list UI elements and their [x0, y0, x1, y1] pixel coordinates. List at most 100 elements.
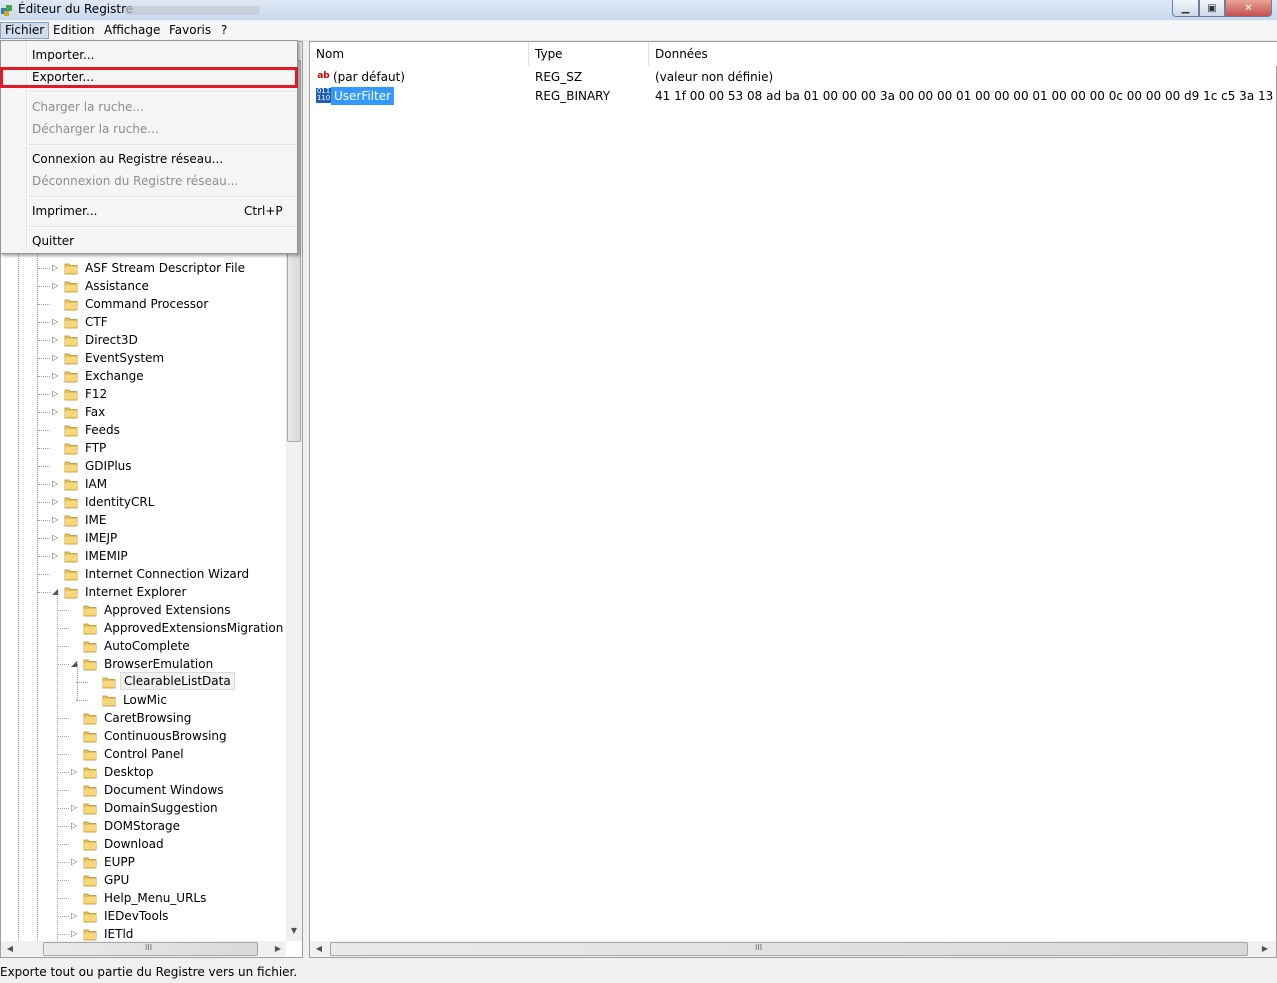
tree-item[interactable]: ▷ IEDevTools [1, 907, 285, 925]
folder-icon [83, 713, 97, 725]
tree-item[interactable]: Feeds [1, 421, 285, 439]
tree-item[interactable]: ▷ Exchange [1, 367, 285, 385]
column-header-nom[interactable]: Nom [310, 42, 529, 66]
collapsed-arrow-icon[interactable]: ▷ [52, 547, 61, 565]
menu-item-decharger-ruche[interactable]: Décharger la ruche... [3, 118, 295, 140]
collapsed-arrow-icon[interactable]: ▷ [52, 277, 61, 295]
column-header-donnees[interactable]: Données [649, 42, 1277, 66]
tree-item[interactable]: ContinuousBrowsing [1, 727, 285, 745]
tree-item[interactable]: Help_Menu_URLs [1, 889, 285, 907]
value-row[interactable]: ab (par défaut) REG_SZ (valeur non défin… [310, 68, 1276, 86]
list-hscroll-thumb[interactable]: III [330, 942, 1248, 956]
collapsed-arrow-icon[interactable]: ▷ [52, 403, 61, 421]
expanded-arrow-icon[interactable]: ◢ [52, 583, 61, 601]
tree-item[interactable]: ▷ CTF [1, 313, 285, 331]
list-horizontal-scrollbar[interactable]: ◀ III ▶ [310, 941, 1276, 957]
column-header-type[interactable]: Type [529, 42, 649, 66]
tree-item[interactable]: Document Windows [1, 781, 285, 799]
collapsed-arrow-icon[interactable]: ▷ [52, 511, 61, 529]
tree-hscroll-thumb[interactable]: III [43, 942, 258, 956]
tree-item[interactable]: ▷ DomainSuggestion [1, 799, 285, 817]
scroll-right-arrow-icon[interactable]: ▶ [273, 944, 283, 953]
minimize-button[interactable]: ▁ [1172, 0, 1199, 17]
tree-item[interactable]: ▷ F12 [1, 385, 285, 403]
tree-item[interactable]: ApprovedExtensionsMigration [1, 619, 285, 637]
tree-item[interactable]: ▷ Assistance [1, 277, 285, 295]
menu-item-quitter[interactable]: Quitter [3, 230, 295, 252]
tree-item[interactable]: ▷ Direct3D [1, 331, 285, 349]
menu-favoris[interactable]: Favoris [165, 22, 215, 39]
tree-item[interactable]: GPU [1, 871, 285, 889]
folder-icon [64, 299, 78, 311]
tree-item[interactable]: Command Processor [1, 295, 285, 313]
tree-item[interactable]: Internet Connection Wizard [1, 565, 285, 583]
scroll-left-arrow-icon[interactable]: ◀ [5, 944, 15, 953]
menu-item-imprimer[interactable]: Imprimer... Ctrl+P [3, 200, 295, 222]
values-list-pane[interactable]: Nom Type Données ab (par défaut) REG_SZ … [309, 41, 1277, 958]
tree-guide-line [38, 502, 50, 503]
collapsed-arrow-icon[interactable]: ▷ [71, 799, 80, 817]
collapsed-arrow-icon[interactable]: ▷ [71, 817, 80, 835]
tree-item[interactable]: LowMic [1, 691, 285, 709]
collapsed-arrow-icon[interactable]: ▷ [52, 331, 61, 349]
maximize-button[interactable]: ▣ [1199, 0, 1225, 17]
tree-item[interactable]: Approved Extensions [1, 601, 285, 619]
menu-item-importer[interactable]: Importer... [3, 44, 295, 66]
tree-item[interactable]: ▷ IdentityCRL [1, 493, 285, 511]
menu-item-charger-ruche[interactable]: Charger la ruche... [3, 96, 295, 118]
tree-item[interactable]: ▷ Desktop [1, 763, 285, 781]
tree-item[interactable]: GDIPlus [1, 457, 285, 475]
tree-item[interactable]: ▷ EUPP [1, 853, 285, 871]
tree-guide-line [38, 268, 50, 269]
menu-item-connexion[interactable]: Connexion au Registre réseau... [3, 148, 295, 170]
collapsed-arrow-icon[interactable]: ▷ [52, 367, 61, 385]
collapsed-arrow-icon[interactable]: ▷ [52, 493, 61, 511]
menu-edition[interactable]: Edition [49, 22, 99, 39]
tree-guide-line [38, 538, 50, 539]
folder-icon [64, 353, 78, 365]
tree-item[interactable]: ▷ EventSystem [1, 349, 285, 367]
tree-item-label: GDIPlus [85, 459, 132, 473]
expanded-arrow-icon[interactable]: ◢ [71, 655, 80, 673]
tree-item[interactable]: CaretBrowsing [1, 709, 285, 727]
tree-item[interactable]: ▷ Fax [1, 403, 285, 421]
menu-fichier[interactable]: Fichier [0, 22, 50, 39]
folder-icon [64, 551, 78, 563]
tree-item[interactable]: ◢ Internet Explorer [1, 583, 285, 601]
tree-item[interactable]: ▷ IME [1, 511, 285, 529]
collapsed-arrow-icon[interactable]: ▷ [52, 349, 61, 367]
collapsed-arrow-icon[interactable]: ▷ [52, 385, 61, 403]
folder-icon [83, 893, 97, 905]
tree-item[interactable]: ▷ IMEJP [1, 529, 285, 547]
collapsed-arrow-icon[interactable]: ▷ [52, 475, 61, 493]
tree-guide-line [38, 556, 50, 557]
tree-item[interactable]: ◢ BrowserEmulation [1, 655, 285, 673]
tree-item[interactable]: AutoComplete [1, 637, 285, 655]
tree-item[interactable]: ▷ IMEMIP [1, 547, 285, 565]
collapsed-arrow-icon[interactable]: ▷ [52, 259, 61, 277]
scroll-left-arrow-icon[interactable]: ◀ [314, 944, 324, 953]
tree-item[interactable]: Download [1, 835, 285, 853]
close-button[interactable]: ✕ [1225, 0, 1272, 17]
collapsed-arrow-icon[interactable]: ▷ [71, 763, 80, 781]
scroll-right-arrow-icon[interactable]: ▶ [1260, 944, 1270, 953]
tree-item-label: Direct3D [85, 333, 138, 347]
menu-item-deconnexion[interactable]: Déconnexion du Registre réseau... [3, 170, 295, 192]
tree-horizontal-scrollbar[interactable]: ◀ III ▶ [1, 941, 286, 957]
tree-item-label: Command Processor [85, 297, 209, 311]
collapsed-arrow-icon[interactable]: ▷ [52, 313, 61, 331]
tree-item[interactable]: ▷ IAM [1, 475, 285, 493]
tree-item[interactable]: ▷ ASF Stream Descriptor File [1, 259, 285, 277]
tree-item[interactable]: ▷ DOMStorage [1, 817, 285, 835]
menu-help[interactable]: ? [217, 22, 231, 39]
tree-item[interactable]: Control Panel [1, 745, 285, 763]
value-row[interactable]: 011 110 UserFilter REG_BINARY 41 1f 00 00… [310, 87, 1276, 105]
collapsed-arrow-icon[interactable]: ▷ [71, 853, 80, 871]
collapsed-arrow-icon[interactable]: ▷ [52, 529, 61, 547]
tree-item[interactable]: FTP [1, 439, 285, 457]
tree-guide-line [57, 844, 69, 845]
scroll-down-arrow-icon[interactable]: ▼ [286, 926, 302, 935]
tree-item[interactable]: ClearableListData [1, 672, 285, 691]
collapsed-arrow-icon[interactable]: ▷ [71, 907, 80, 925]
menu-affichage[interactable]: Affichage [100, 22, 164, 39]
